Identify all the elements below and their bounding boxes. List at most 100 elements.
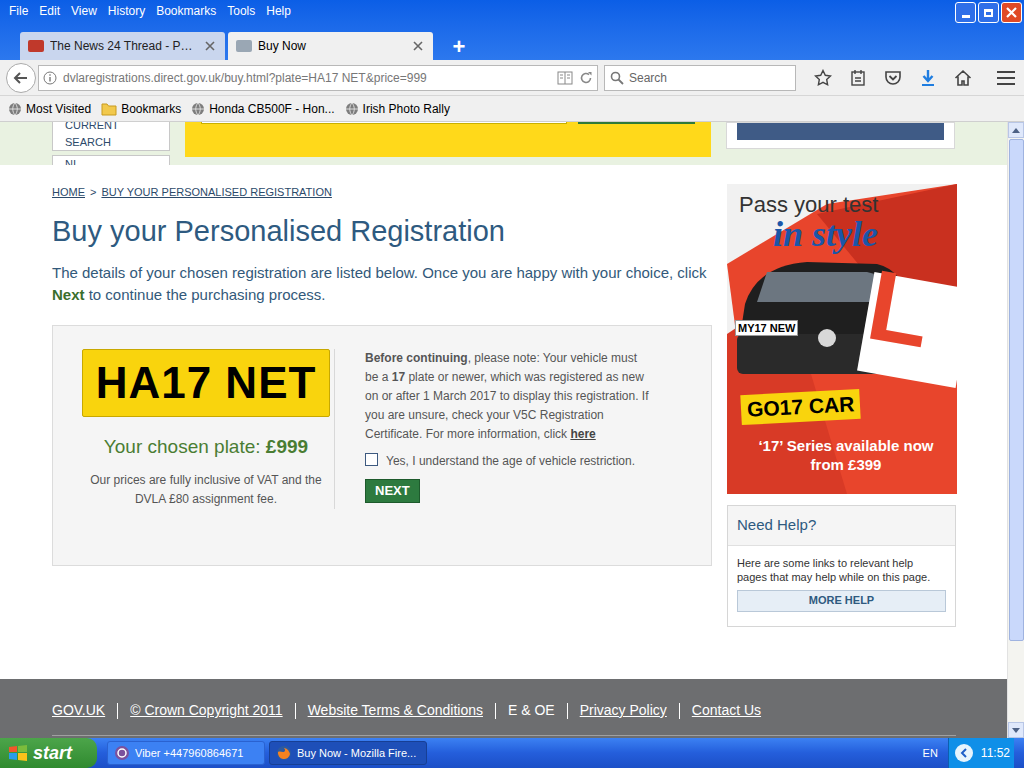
bookmark-item[interactable]: Irish Photo Rally (345, 100, 450, 118)
menu-item[interactable]: Bookmarks (151, 2, 221, 20)
help-title: Need Help? (728, 506, 955, 546)
home-icon[interactable] (954, 69, 972, 87)
footer-link[interactable]: GOV.UK (52, 700, 105, 721)
ad-line2: in style (773, 214, 878, 254)
footer-links: GOV.UK © Crown Copyright 2011 Website Term… (0, 679, 1007, 721)
tab-label[interactable]: The News 24 Thread - Page 1... (50, 37, 199, 55)
start-button[interactable]: start (0, 738, 97, 768)
reader-icon[interactable] (557, 71, 573, 85)
menu-item[interactable]: File (4, 2, 33, 20)
bookmark-label[interactable]: Most Visited (26, 100, 91, 118)
scroll-thumb[interactable] (1009, 139, 1024, 641)
help-panel: Need Help? Here are some links to releva… (727, 505, 956, 627)
bookmark-label[interactable]: Bookmarks (121, 100, 181, 118)
menu-bar: FileEditViewHistoryBookmarksToolsHelp (0, 0, 1024, 22)
tab-label[interactable]: Buy Now (258, 37, 407, 55)
taskbar-item[interactable]: Viber +447960864671 (107, 741, 265, 765)
info-icon[interactable] (43, 71, 57, 85)
bookmark-item[interactable]: Bookmarks (101, 100, 181, 118)
agree-row[interactable]: Yes, I understand the age of vehicle res… (365, 452, 651, 471)
clock: 11:52 (981, 744, 1010, 762)
menu-item[interactable]: View (66, 2, 102, 20)
favicon-icon (28, 40, 44, 52)
plate-column: HA17 NET Your chosen plate: £999 Our pri… (53, 349, 335, 509)
web-page: CURRENT SEARCH NI REGISTRATIONS HOME > BU… (0, 122, 1007, 738)
advert[interactable]: Pass your test in style L MY17 NEW GO17 … (727, 184, 957, 494)
registration-card: HA17 NET Your chosen plate: £999 Our pri… (52, 325, 712, 566)
hamburger-icon[interactable] (995, 69, 1017, 87)
footer-link[interactable]: © Crown Copyright 2011 (130, 700, 282, 721)
back-icon[interactable] (6, 63, 36, 93)
language-indicator[interactable]: EN (923, 745, 938, 762)
bookmark-label[interactable]: Irish Photo Rally (363, 100, 450, 118)
footer-divider (295, 703, 296, 719)
close-icon[interactable] (1001, 2, 1022, 23)
page-body: HOME > BUY YOUR PERSONALISED REGISTRATIO… (0, 165, 1007, 627)
minimize-icon[interactable] (955, 2, 976, 23)
globe-icon (345, 102, 359, 116)
bookmark-label[interactable]: Honda CB500F - Hon... (209, 100, 334, 118)
notice-bold: Before continuing (365, 351, 468, 365)
star-icon[interactable] (814, 69, 832, 87)
footer-divider (679, 703, 680, 719)
pocket-icon[interactable] (884, 69, 902, 87)
notice-link[interactable]: here (570, 427, 595, 441)
restore-icon[interactable] (978, 2, 999, 23)
intro-before: The details of your chosen registration … (52, 264, 707, 281)
globe-icon (8, 102, 22, 116)
next-button[interactable]: NEXT (365, 479, 420, 503)
download-icon[interactable] (919, 69, 937, 87)
intro-next: Next (52, 286, 85, 303)
browser-tab[interactable]: The News 24 Thread - Page 1... (20, 32, 225, 60)
footer-link[interactable]: E & OE (508, 700, 555, 721)
start-label[interactable]: start (33, 740, 72, 767)
side-nav-button[interactable]: NI REGISTRATIONS (52, 155, 170, 165)
taskbar-item-label[interactable]: Buy Now - Mozilla Fire... (297, 745, 420, 762)
breadcrumb-home[interactable]: HOME (52, 184, 85, 201)
browser-tab[interactable]: Buy Now (228, 32, 433, 60)
task-items: Viber +447960864671 Buy Now - Mozilla Fir… (107, 741, 427, 765)
viber-icon (114, 745, 130, 761)
search-input[interactable] (629, 69, 790, 87)
url-text[interactable]: dvlaregistrations.direct.gov.uk/buy.html… (63, 69, 551, 87)
footer-link[interactable]: Website Terms & Conditions (308, 700, 483, 721)
footer: GOV.UK © Crown Copyright 2011 Website Term… (0, 679, 1007, 738)
address-bar[interactable]: dvlaregistrations.direct.gov.uk/buy.html… (38, 65, 598, 91)
side-nav-button[interactable]: CURRENT SEARCH (52, 122, 170, 151)
tray-expand-icon[interactable] (955, 744, 973, 762)
bookmark-item[interactable]: Honda CB500F - Hon... (191, 100, 334, 118)
breadcrumb-current[interactable]: BUY YOUR PERSONALISED REGISTRATION (101, 184, 331, 201)
search-box[interactable] (604, 65, 796, 91)
footer-divider (495, 703, 496, 719)
bookmark-list-icon[interactable] (849, 69, 867, 87)
tab-close-icon[interactable] (413, 41, 425, 51)
more-help-button[interactable]: MORE HELP (737, 590, 946, 612)
taskbar-item-label[interactable]: Viber +447960864671 (135, 745, 258, 762)
intro-after: to continue the purchasing process. (85, 286, 326, 303)
breadcrumb-separator: > (90, 184, 96, 201)
page-heading: Buy your Personalised Registration (52, 214, 712, 248)
menu-item[interactable]: History (103, 2, 150, 20)
reload-icon[interactable] (579, 71, 593, 85)
agree-checkbox[interactable] (365, 453, 378, 466)
menu-item[interactable]: Edit (34, 2, 65, 20)
bookmark-item[interactable]: Most Visited (8, 100, 91, 118)
price-note: Our prices are fully inclusive of VAT an… (81, 471, 331, 509)
agree-label[interactable]: Yes, I understand the age of vehicle res… (386, 452, 635, 471)
number-plate: HA17 NET (82, 349, 330, 417)
new-tab-button[interactable]: + (444, 32, 474, 60)
scrollbar[interactable] (1007, 122, 1024, 738)
ad-plate: GO17 CAR (740, 389, 861, 425)
notice-part2: plate or newer, which was registered as … (365, 370, 648, 441)
notice-text: Before continuing, please note: Your veh… (365, 349, 651, 444)
tab-close-icon[interactable] (205, 41, 217, 51)
taskbar-item[interactable]: Buy Now - Mozilla Fire... (269, 741, 427, 765)
taskbar: start Viber +447960864671 Buy Now - Mozil… (0, 738, 1024, 768)
menu-item[interactable]: Help (261, 2, 296, 20)
notice-column: Before continuing, please note: Your veh… (335, 349, 665, 549)
menu-item[interactable]: Tools (222, 2, 260, 20)
footer-link[interactable]: Contact Us (692, 700, 761, 721)
scroll-up-icon[interactable] (1008, 122, 1024, 138)
scroll-down-icon[interactable] (1008, 722, 1024, 738)
footer-link[interactable]: Privacy Policy (580, 700, 667, 721)
